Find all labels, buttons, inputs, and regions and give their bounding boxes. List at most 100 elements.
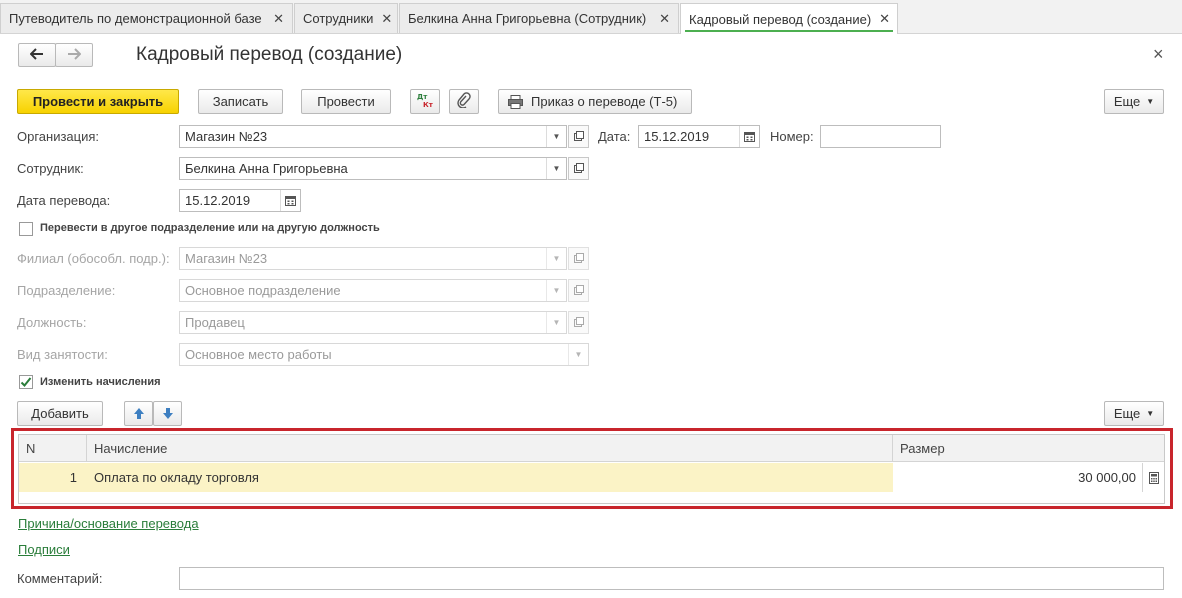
department-label: Подразделение:: [17, 283, 116, 298]
post-and-close-button[interactable]: Провести и закрыть: [17, 89, 179, 114]
number-field[interactable]: [820, 125, 941, 148]
arrow-up-icon: [133, 407, 145, 420]
transfer-checkbox-label: Перевести в другое подразделение или на …: [40, 222, 380, 234]
row-amount[interactable]: 30 000,00: [893, 463, 1142, 492]
arrow-left-icon: [29, 47, 44, 63]
print-order-button[interactable]: Приказ о переводе (Т-5): [498, 89, 692, 114]
post-button[interactable]: Провести: [301, 89, 391, 114]
forward-button[interactable]: [55, 43, 93, 67]
tab-transfer-create[interactable]: Кадровый перевод (создание) ✕: [680, 3, 898, 34]
calendar-icon[interactable]: [280, 190, 300, 211]
open-position-button: [568, 311, 589, 334]
signatures-link[interactable]: Подписи: [18, 542, 70, 557]
svg-text:Дт: Дт: [417, 93, 428, 101]
branch-label: Филиал (обособл. подр.):: [17, 251, 170, 266]
transfer-date-value: 15.12.2019: [185, 193, 251, 208]
tab-employee-card[interactable]: Белкина Анна Григорьевна (Сотрудник) ✕: [399, 3, 679, 33]
close-icon[interactable]: ✕: [381, 11, 392, 27]
open-icon: [573, 315, 584, 330]
more-button[interactable]: Еще ▼: [1104, 89, 1164, 114]
page-title: Кадровый перевод (создание): [136, 44, 403, 65]
chevron-down-icon: ▼: [546, 248, 566, 269]
printer-icon: [508, 94, 523, 109]
calculator-icon[interactable]: [1142, 463, 1164, 492]
column-header-amount[interactable]: Размер: [893, 435, 1164, 462]
tab-label: Кадровый перевод (создание): [689, 11, 872, 27]
tab-bar: Путеводитель по демонстрационной базе ✕ …: [0, 0, 1182, 34]
organization-value: Магазин №23: [185, 129, 268, 144]
tab-label: Белкина Анна Григорьевна (Сотрудник): [408, 11, 647, 26]
move-up-button[interactable]: [124, 401, 153, 426]
more-label: Еще: [1113, 406, 1141, 421]
open-icon: [573, 129, 584, 144]
row-accrual[interactable]: Оплата по окладу торговля: [87, 463, 893, 492]
branch-field: Магазин №23 ▼: [179, 247, 567, 270]
chevron-down-icon: ▼: [568, 344, 588, 365]
date-label: Дата:: [598, 129, 631, 144]
transfer-date-label: Дата перевода:: [17, 193, 111, 208]
open-employee-button[interactable]: [568, 157, 589, 180]
employee-value: Белкина Анна Григорьевна: [185, 161, 348, 176]
checkmark-icon: [20, 376, 32, 388]
position-label: Должность:: [17, 315, 87, 330]
employment-type-field: Основное место работы ▼: [179, 343, 589, 366]
position-value: Продавец: [185, 315, 245, 330]
transfer-checkbox[interactable]: [19, 222, 33, 236]
close-icon[interactable]: ✕: [659, 11, 670, 27]
save-button[interactable]: Записать: [198, 89, 283, 114]
organization-label: Организация:: [17, 129, 100, 144]
close-icon[interactable]: ×: [1153, 44, 1164, 65]
open-branch-button: [568, 247, 589, 270]
attach-button[interactable]: [449, 89, 479, 114]
date-field[interactable]: 15.12.2019: [638, 125, 760, 148]
accruals-table[interactable]: N Начисление Размер 1 Оплата по окладу т…: [18, 434, 1165, 504]
arrow-down-icon: [162, 407, 174, 420]
chevron-down-icon: ▼: [1146, 97, 1155, 106]
close-icon[interactable]: ✕: [273, 11, 284, 27]
open-icon: [573, 251, 584, 266]
svg-text:Кт: Кт: [423, 101, 434, 108]
calendar-icon[interactable]: [739, 126, 759, 147]
chevron-down-icon[interactable]: ▼: [546, 126, 566, 147]
change-accruals-checkbox[interactable]: [19, 375, 33, 389]
chevron-down-icon: ▼: [1146, 409, 1155, 418]
change-accruals-label: Изменить начисления: [40, 376, 161, 388]
transfer-date-field[interactable]: 15.12.2019: [179, 189, 301, 212]
paperclip-icon: [457, 92, 471, 111]
column-header-accrual[interactable]: Начисление: [87, 435, 893, 462]
employee-field[interactable]: Белкина Анна Григорьевна ▼: [179, 157, 567, 180]
comment-label: Комментарий:: [17, 571, 103, 586]
employee-label: Сотрудник:: [17, 161, 84, 176]
chevron-down-icon: ▼: [546, 312, 566, 333]
open-icon: [573, 161, 584, 176]
open-icon: [573, 283, 584, 298]
tab-label: Путеводитель по демонстрационной базе: [9, 11, 262, 26]
dtkt-icon: Дт Кт: [415, 92, 435, 111]
number-label: Номер:: [770, 129, 814, 144]
back-button[interactable]: [18, 43, 56, 67]
department-value: Основное подразделение: [185, 283, 341, 298]
transfer-reason-link[interactable]: Причина/основание перевода: [18, 516, 199, 531]
add-row-button[interactable]: Добавить: [17, 401, 103, 426]
column-header-n[interactable]: N: [19, 435, 87, 462]
open-organization-button[interactable]: [568, 125, 589, 148]
close-icon[interactable]: ✕: [879, 11, 890, 27]
organization-field[interactable]: Магазин №23 ▼: [179, 125, 567, 148]
tab-label: Сотрудники: [303, 11, 374, 26]
date-value: 15.12.2019: [644, 129, 710, 144]
branch-value: Магазин №23: [185, 251, 268, 266]
position-field: Продавец ▼: [179, 311, 567, 334]
tab-employees[interactable]: Сотрудники ✕: [294, 3, 398, 33]
employment-type-label: Вид занятости:: [17, 347, 108, 362]
tab-guide[interactable]: Путеводитель по демонстрационной базе ✕: [0, 3, 293, 33]
employment-type-value: Основное место работы: [185, 347, 332, 362]
row-number: 1: [19, 463, 87, 492]
dtkt-button[interactable]: Дт Кт: [410, 89, 440, 114]
move-down-button[interactable]: [153, 401, 182, 426]
table-more-button[interactable]: Еще ▼: [1104, 401, 1164, 426]
open-department-button: [568, 279, 589, 302]
print-order-label: Приказ о переводе (Т-5): [531, 94, 678, 109]
department-field: Основное подразделение ▼: [179, 279, 567, 302]
comment-field[interactable]: [179, 567, 1164, 590]
chevron-down-icon[interactable]: ▼: [546, 158, 566, 179]
